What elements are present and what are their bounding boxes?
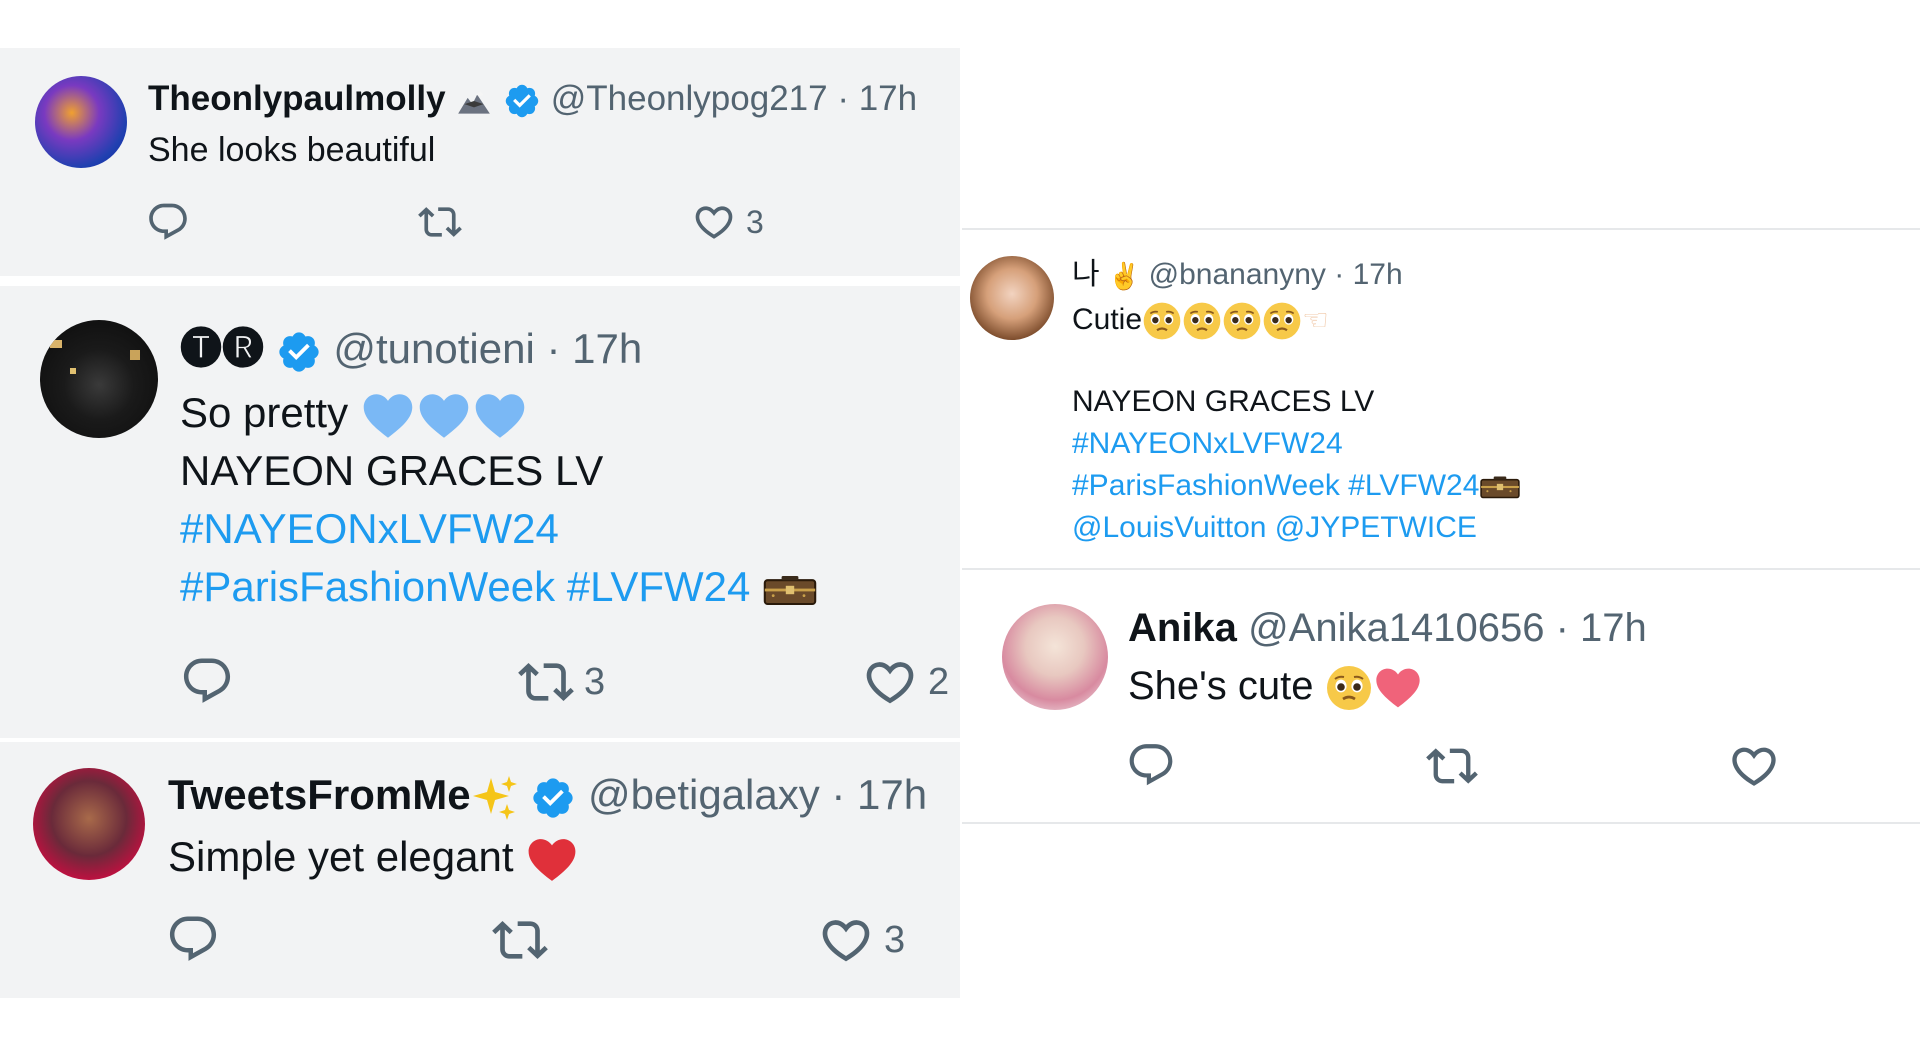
divider bbox=[962, 822, 1920, 824]
handle[interactable]: @tunotieni bbox=[333, 325, 534, 372]
tweet-text-line: #ParisFashionWeek #LVFW24 bbox=[180, 560, 818, 614]
like-button[interactable]: 2 bbox=[862, 654, 949, 710]
tweet-text: So pretty bbox=[180, 389, 349, 436]
reply-icon bbox=[166, 912, 220, 966]
pleading-face-emoji bbox=[1222, 301, 1262, 341]
tweet-text: Simple yet elegant bbox=[168, 833, 514, 880]
tweet-text: NAYEON GRACES LV bbox=[1072, 385, 1375, 418]
hashtag-link[interactable]: #NAYEONxLVFW24 bbox=[1072, 424, 1343, 464]
blue-heart-emoji bbox=[472, 388, 528, 444]
tweet-card: TweetsFromMe @betigalaxy · 17h Simple ye… bbox=[0, 742, 960, 998]
display-name[interactable]: TweetsFromMe bbox=[168, 771, 471, 818]
verified-badge-icon bbox=[503, 82, 541, 120]
like-button[interactable] bbox=[1728, 740, 1780, 792]
reply-icon bbox=[180, 654, 234, 708]
pleading-face-emoji bbox=[1142, 301, 1182, 341]
blue-heart-emoji bbox=[360, 388, 416, 444]
timestamp[interactable]: · 17h bbox=[546, 325, 642, 372]
reply-icon bbox=[1126, 740, 1176, 790]
reply-button[interactable] bbox=[166, 912, 220, 966]
timestamp[interactable]: · 17h bbox=[837, 79, 917, 118]
avatar[interactable] bbox=[40, 320, 158, 438]
tweet-text-line: She's cute bbox=[1128, 660, 1423, 713]
display-name[interactable]: Anika bbox=[1128, 606, 1237, 650]
pleading-face-emoji bbox=[1262, 301, 1302, 341]
tweet-header: TweetsFromMe @betigalaxy · 17h bbox=[168, 770, 927, 822]
avatar[interactable] bbox=[35, 76, 127, 168]
retweet-icon bbox=[418, 200, 462, 244]
avatar[interactable] bbox=[33, 768, 145, 880]
display-name[interactable]: 🅣🅡 bbox=[180, 325, 264, 372]
timestamp[interactable]: · 17h bbox=[1334, 258, 1402, 291]
handle[interactable]: @bnananyny bbox=[1149, 258, 1326, 291]
like-button[interactable]: 3 bbox=[692, 200, 764, 244]
mention-link[interactable]: @LouisVuitton @JYPETWICE bbox=[1072, 508, 1477, 548]
reply-button[interactable] bbox=[146, 200, 190, 244]
trunk-emoji bbox=[762, 573, 818, 607]
display-name[interactable]: 나 bbox=[1072, 258, 1100, 291]
tweet-header: Theonlypaulmolly @Theonlypog217 · 17h bbox=[148, 78, 917, 120]
like-icon bbox=[1728, 740, 1780, 792]
tweet-card: 🅣🅡 @tunotieni · 17h So pretty NAYEON GRA… bbox=[0, 286, 960, 738]
tweet-text-line: So pretty bbox=[180, 386, 528, 444]
like-count: 2 bbox=[928, 660, 950, 703]
tweet-card: Theonlypaulmolly @Theonlypog217 · 17h Sh… bbox=[0, 48, 960, 276]
tweet-text-line: Simple yet elegant bbox=[168, 830, 579, 887]
retweet-button[interactable] bbox=[1426, 740, 1478, 792]
avatar[interactable] bbox=[970, 256, 1054, 340]
timestamp[interactable]: · 17h bbox=[831, 771, 927, 818]
like-count: 3 bbox=[746, 203, 764, 240]
reply-icon bbox=[146, 200, 190, 244]
tweet-header: 나 ✌ @bnananyny · 17h bbox=[1072, 256, 1403, 295]
tweet-text-line: #ParisFashionWeek #LVFW24 bbox=[1072, 466, 1521, 506]
handle[interactable]: @betigalaxy bbox=[588, 771, 820, 818]
like-count: 3 bbox=[884, 918, 906, 961]
tweet-header: Anika @Anika1410656 · 17h bbox=[1128, 604, 1647, 652]
tweet-text: Cutie bbox=[1072, 303, 1143, 336]
retweet-button[interactable]: 3 bbox=[518, 654, 605, 710]
tweet-text-line: Cutie ☜ bbox=[1072, 300, 1329, 341]
blue-heart-emoji bbox=[416, 388, 472, 444]
retweet-count: 3 bbox=[584, 660, 606, 703]
timestamp[interactable]: · 17h bbox=[1556, 606, 1647, 650]
tweet-text: NAYEON GRACES LV bbox=[180, 447, 604, 494]
reply-button[interactable] bbox=[1126, 740, 1176, 790]
pleading-face-emoji bbox=[1182, 301, 1222, 341]
trunk-emoji bbox=[1479, 474, 1521, 500]
fingers-crossed-emoji: ✌ bbox=[1107, 261, 1141, 292]
reply-button[interactable] bbox=[180, 654, 234, 708]
sparkles-emoji bbox=[471, 774, 519, 822]
pointing-hand-emoji: ☜ bbox=[1302, 304, 1329, 338]
eagle-emoji bbox=[455, 82, 493, 120]
retweet-icon bbox=[1426, 740, 1478, 792]
retweet-icon bbox=[518, 654, 574, 710]
like-icon bbox=[862, 654, 918, 710]
tweet-header: 🅣🅡 @tunotieni · 17h bbox=[180, 324, 642, 375]
like-button[interactable]: 3 bbox=[818, 912, 905, 968]
tweet-card: Anika @Anika1410656 · 17h She's cute bbox=[962, 570, 1920, 820]
avatar[interactable] bbox=[1002, 604, 1108, 710]
retweet-button[interactable] bbox=[492, 912, 548, 968]
retweet-icon bbox=[492, 912, 548, 968]
tweet-card: 나 ✌ @bnananyny · 17h Cutie ☜ NAYEON GRACE… bbox=[962, 230, 1920, 566]
red-heart-emoji bbox=[525, 833, 579, 887]
hashtag-link[interactable]: #ParisFashionWeek #LVFW24 bbox=[180, 563, 750, 610]
pleading-face-emoji bbox=[1325, 664, 1373, 712]
verified-badge-icon bbox=[530, 775, 576, 821]
hashtag-link[interactable]: #ParisFashionWeek #LVFW24 bbox=[1072, 469, 1479, 502]
like-icon bbox=[692, 200, 736, 244]
tweet-text: She's cute bbox=[1128, 664, 1314, 708]
retweet-button[interactable] bbox=[418, 200, 462, 244]
handle[interactable]: @Theonlypog217 bbox=[551, 79, 828, 118]
verified-badge-icon bbox=[276, 329, 322, 375]
handle[interactable]: @Anika1410656 bbox=[1248, 606, 1544, 650]
like-icon bbox=[818, 912, 874, 968]
tweet-text: She looks beautiful bbox=[148, 131, 436, 169]
pink-heart-emoji bbox=[1373, 663, 1423, 713]
hashtag-link[interactable]: #NAYEONxLVFW24 bbox=[180, 502, 559, 556]
display-name[interactable]: Theonlypaulmolly bbox=[148, 79, 446, 118]
